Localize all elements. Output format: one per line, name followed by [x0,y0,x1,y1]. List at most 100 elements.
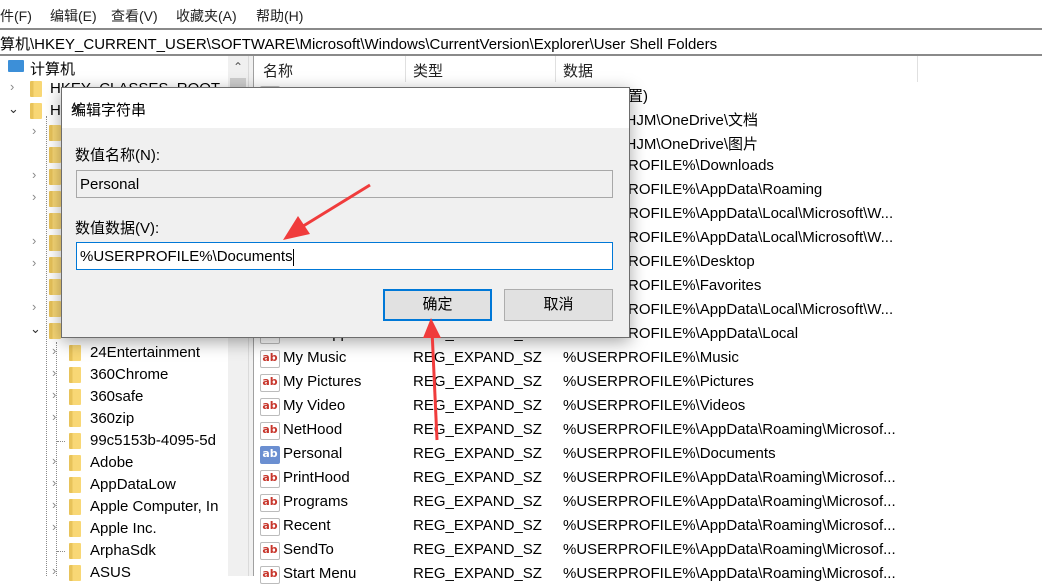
list-row[interactable]: ab NetHood REG_EXPAND_SZ %USERPROFILE%\AppD… [254,418,954,442]
folder-icon [49,301,61,317]
column-name[interactable]: 名称 [263,60,293,81]
tree-item[interactable]: › [0,188,61,210]
tree-item[interactable]: › 360zip [0,408,228,430]
string-value-icon: ab [260,470,280,488]
tree-connector [57,441,65,442]
chevron-right-icon[interactable]: › [52,453,66,468]
folder-icon [69,389,81,405]
tree-item[interactable]: › [0,254,61,276]
tree-item[interactable] [0,276,61,298]
string-value-icon: ab [260,494,280,512]
menu-edit[interactable]: 编辑(E) [50,6,97,26]
tree-item[interactable]: ArphaSdk [0,540,228,562]
folder-icon [49,279,61,295]
list-row[interactable]: ab PrintHood REG_EXPAND_SZ %USERPROFILE%\Ap… [254,466,954,490]
value-data-text: %USERPROFILE%\Documents [80,248,293,265]
folder-icon [69,455,81,471]
ok-button[interactable]: 确定 [383,289,492,321]
list-row[interactable]: ab My Pictures REG_EXPAND_SZ %USERPROFILE%\… [254,370,954,394]
value-data: %USERPROFILE%\Music [563,349,739,366]
tree-item[interactable]: › AppDataLow [0,474,228,496]
value-type: REG_EXPAND_SZ [413,373,542,390]
value-data-input[interactable]: %USERPROFILE%\Documents [76,242,613,270]
list-row[interactable]: ab My Video REG_EXPAND_SZ %USERPROFILE%\Vid… [254,394,954,418]
value-name: Recent [283,517,331,534]
string-value-icon: ab [260,422,280,440]
chevron-right-icon[interactable]: › [32,299,46,314]
menu-help[interactable]: 帮助(H) [256,6,303,26]
tree-item-software[interactable]: ⌄ [0,320,61,342]
chevron-right-icon[interactable]: › [52,409,66,424]
tree-item[interactable]: 99c5153b-4095-5d [0,430,228,452]
scroll-up-icon[interactable]: ⌃ [228,56,248,76]
tree-item[interactable]: › 360Chrome [0,364,228,386]
list-row[interactable]: ab My Music REG_EXPAND_SZ %USERPROFILE%\Mus… [254,346,954,370]
tree-item[interactable] [0,210,61,232]
chevron-right-icon[interactable]: › [10,79,24,94]
tree-item-computer[interactable]: 计算机 [0,56,228,78]
chevron-right-icon[interactable]: › [52,497,66,512]
tree-item[interactable]: › [0,122,61,144]
tree-item[interactable]: › [0,166,61,188]
folder-icon [30,103,42,119]
tree-item[interactable] [0,144,61,166]
chevron-right-icon[interactable]: › [52,387,66,402]
tree-item[interactable]: › 360safe [0,386,228,408]
list-header: 名称 类型 数据 [254,56,918,82]
chevron-right-icon[interactable]: › [32,167,46,182]
chevron-right-icon[interactable]: › [32,123,46,138]
chevron-right-icon[interactable]: › [52,519,66,534]
list-row[interactable]: ab Start Menu REG_EXPAND_SZ %USERPROFILE%\A… [254,562,954,586]
value-name-field[interactable]: Personal [76,170,613,198]
text-cursor [292,248,294,266]
folder-icon [49,235,61,251]
chevron-right-icon[interactable]: › [52,365,66,380]
dialog-titlebar: 编辑字符串 ✕ [62,88,629,128]
chevron-down-icon[interactable]: ⌄ [8,101,22,117]
address-path[interactable]: 计算机\HKEY_CURRENT_USER\SOFTWARE\Microsoft… [0,33,717,54]
value-name: Programs [283,493,349,510]
address-bar[interactable]: 计算机\HKEY_CURRENT_USER\SOFTWARE\Microsoft… [0,28,1042,56]
chevron-down-icon[interactable]: ⌄ [30,321,44,337]
menu-view[interactable]: 查看(V) [111,6,158,26]
list-row[interactable]: ab Personal REG_EXPAND_SZ %USERPROFILE%\Doc… [254,442,954,466]
value-type: REG_EXPAND_SZ [413,469,542,486]
tree-item[interactable]: › [0,298,61,320]
column-type[interactable]: 类型 [413,60,443,81]
folder-icon [30,81,42,97]
tree-label: AppDataLow [90,476,176,493]
tree-item[interactable]: › Apple Inc. [0,518,228,540]
folder-icon [69,543,81,559]
list-row[interactable]: ab Recent REG_EXPAND_SZ %USERPROFILE%\AppDa… [254,514,954,538]
value-name: My Video [283,397,346,414]
folder-icon [49,323,61,339]
value-name: My Music [283,349,347,366]
tree-item[interactable]: › Apple Computer, In [0,496,228,518]
menu-favorites[interactable]: 收藏夹(A) [176,6,237,26]
string-value-icon: ab [260,374,280,392]
close-icon[interactable]: ✕ [71,99,617,117]
value-data: %USERPROFILE%\AppData\Roaming\Microsof..… [563,517,896,534]
cancel-button[interactable]: 取消 [504,289,613,321]
tree-item[interactable]: › 24Entertainment [0,342,228,364]
value-data-label: 数值数据(V): [75,220,160,237]
tree-item[interactable]: › [0,232,61,254]
chevron-right-icon[interactable]: › [32,189,46,204]
edit-string-dialog: 编辑字符串 ✕ 数值名称(N): Personal 数值数据(V): %USER… [61,87,630,338]
tree-item[interactable]: › Adobe [0,452,228,474]
chevron-right-icon[interactable]: › [52,343,66,358]
list-row[interactable]: ab SendTo REG_EXPAND_SZ %USERPROFILE%\AppDa… [254,538,954,562]
string-value-icon: ab [260,518,280,536]
value-name: NetHood [283,421,343,438]
chevron-right-icon[interactable]: › [32,233,46,248]
value-data: %USERPROFILE%\AppData\Roaming\Microsof..… [563,421,896,438]
folder-icon [69,521,81,537]
chevron-right-icon[interactable]: › [52,475,66,490]
value-type: REG_EXPAND_SZ [413,397,542,414]
folder-icon [69,345,81,361]
tree-item[interactable]: › ASUS [0,562,228,584]
column-data[interactable]: 数据 [563,60,593,81]
list-row[interactable]: ab Programs REG_EXPAND_SZ %USERPROFILE%\App… [254,490,954,514]
chevron-right-icon[interactable]: › [32,255,46,270]
menu-file[interactable]: 文件(F) [0,6,32,26]
